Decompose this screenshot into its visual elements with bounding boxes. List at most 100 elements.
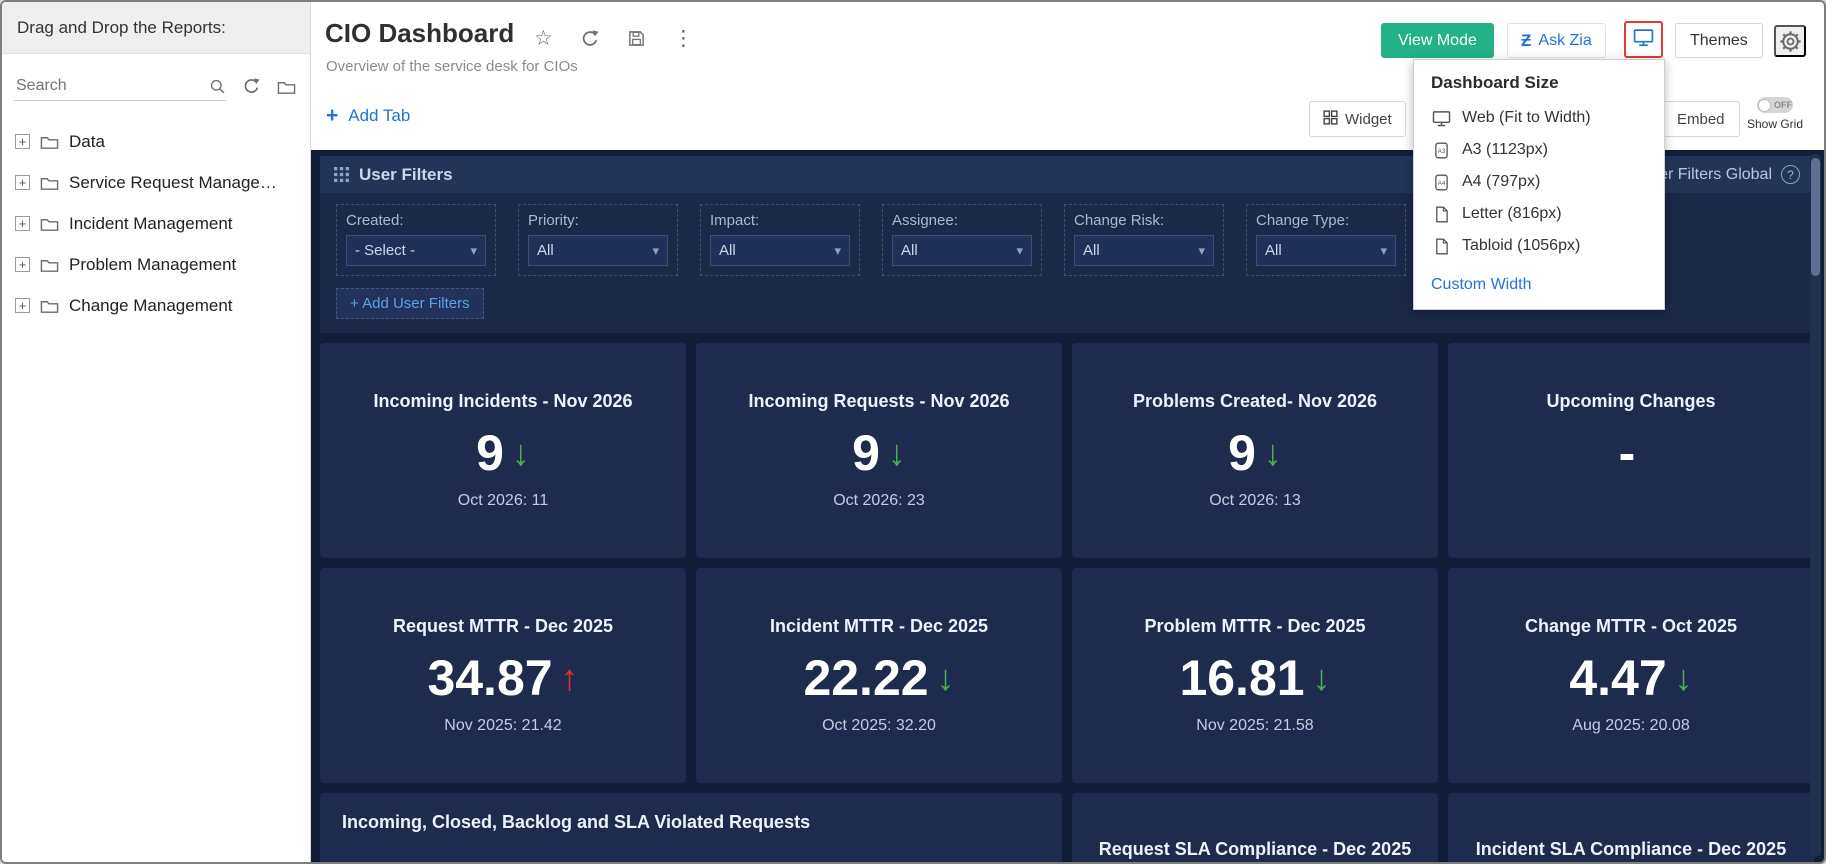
filter-created-select[interactable]: - Select - ▾ bbox=[346, 235, 486, 266]
favorite-star-icon[interactable]: ☆ bbox=[534, 26, 553, 51]
bottom-widgets-row: Incoming, Closed, Backlog and SLA Violat… bbox=[320, 793, 1814, 862]
sidebar-item-service-request[interactable]: + Service Request Manage… bbox=[2, 162, 310, 203]
sidebar-item-change-management[interactable]: + Change Management bbox=[2, 285, 310, 326]
chevron-down-icon: ▾ bbox=[1198, 243, 1205, 259]
filter-change-risk-select[interactable]: All ▾ bbox=[1074, 235, 1214, 266]
filter-priority-select[interactable]: All ▾ bbox=[528, 235, 668, 266]
sidebar-item-problem-management[interactable]: + Problem Management bbox=[2, 244, 310, 285]
settings-gear-icon[interactable] bbox=[1774, 25, 1806, 57]
widget-label: Widget bbox=[1345, 111, 1392, 128]
widget-request-sla[interactable]: Request SLA Compliance - Dec 2025 bbox=[1072, 793, 1438, 862]
size-option-tabloid[interactable]: Tabloid (1056px) bbox=[1414, 230, 1664, 262]
filter-label: Assignee: bbox=[892, 212, 1032, 229]
add-user-filters-button[interactable]: + Add User Filters bbox=[336, 288, 484, 319]
kpi-grid: Incoming Incidents - Nov 2026 9 ↓ Oct 20… bbox=[320, 343, 1814, 783]
size-option-label: A4 (797px) bbox=[1462, 173, 1540, 191]
save-icon[interactable] bbox=[627, 29, 646, 48]
chevron-down-icon: ▾ bbox=[1380, 243, 1387, 259]
size-option-label: Tabloid (1056px) bbox=[1462, 237, 1580, 255]
search-icon[interactable] bbox=[209, 78, 226, 95]
sidebar-item-incident-management[interactable]: + Incident Management bbox=[2, 203, 310, 244]
filter-impact-select[interactable]: All ▾ bbox=[710, 235, 850, 266]
svg-text:A3: A3 bbox=[1437, 147, 1445, 154]
widget-incident-sla[interactable]: Incident SLA Compliance - Dec 2025 bbox=[1448, 793, 1814, 862]
kpi-compare: Oct 2026: 23 bbox=[833, 492, 925, 510]
scrollbar-thumb[interactable] bbox=[1811, 158, 1820, 276]
dashboard-size-menu: Dashboard Size Web (Fit to Width) A3 A3 … bbox=[1413, 59, 1665, 310]
kpi-value: 34.87 bbox=[427, 653, 552, 703]
kpi-problem-mttr[interactable]: Problem MTTR - Dec 2025 16.81 ↓ Nov 2025… bbox=[1072, 568, 1438, 783]
filter-value: All bbox=[901, 242, 1016, 259]
expand-icon[interactable]: + bbox=[15, 257, 30, 272]
refresh-dashboard-icon[interactable] bbox=[580, 29, 600, 49]
size-option-label: Web (Fit to Width) bbox=[1462, 109, 1591, 127]
size-option-letter[interactable]: Letter (816px) bbox=[1414, 198, 1664, 230]
more-options-icon[interactable]: ⋮ bbox=[673, 26, 694, 51]
sidebar-item-data[interactable]: + Data bbox=[2, 121, 310, 162]
reports-sidebar: Drag and Drop the Reports: + Data bbox=[2, 2, 311, 862]
dashboard-size-button[interactable] bbox=[1624, 21, 1663, 58]
kpi-title: Problem MTTR - Dec 2025 bbox=[1134, 616, 1375, 637]
widget-requests-chart[interactable]: Incoming, Closed, Backlog and SLA Violat… bbox=[320, 793, 1062, 862]
kpi-incoming-requests[interactable]: Incoming Requests - Nov 2026 9 ↓ Oct 202… bbox=[696, 343, 1062, 558]
help-icon[interactable]: ? bbox=[1781, 165, 1800, 184]
app-window: Drag and Drop the Reports: + Data bbox=[0, 0, 1826, 864]
search-box[interactable] bbox=[14, 72, 226, 101]
refresh-reports-icon[interactable] bbox=[242, 77, 261, 96]
chevron-down-icon: ▾ bbox=[652, 243, 659, 259]
kpi-title: Request MTTR - Dec 2025 bbox=[383, 616, 623, 637]
kpi-upcoming-changes[interactable]: Upcoming Changes - bbox=[1448, 343, 1814, 558]
letter-page-icon bbox=[1431, 206, 1451, 223]
trend-arrow-icon: ↓ bbox=[888, 435, 906, 471]
kpi-value: 9 bbox=[476, 428, 504, 478]
view-mode-button[interactable]: View Mode bbox=[1381, 23, 1494, 58]
size-option-label: A3 (1123px) bbox=[1462, 141, 1548, 159]
filter-change-type-select[interactable]: All ▾ bbox=[1256, 235, 1396, 266]
size-option-web[interactable]: Web (Fit to Width) bbox=[1414, 102, 1664, 134]
kpi-title: Incoming Requests - Nov 2026 bbox=[738, 391, 1019, 412]
drag-grid-icon[interactable] bbox=[334, 167, 349, 182]
kpi-change-mttr[interactable]: Change MTTR - Oct 2025 4.47 ↓ Aug 2025: … bbox=[1448, 568, 1814, 783]
trend-arrow-icon: ↓ bbox=[1675, 660, 1693, 696]
kpi-incident-mttr[interactable]: Incident MTTR - Dec 2025 22.22 ↓ Oct 202… bbox=[696, 568, 1062, 783]
kpi-title: Upcoming Changes bbox=[1536, 391, 1725, 412]
kpi-compare: Oct 2026: 13 bbox=[1209, 492, 1301, 510]
kpi-problems-created[interactable]: Problems Created- Nov 2026 9 ↓ Oct 2026:… bbox=[1072, 343, 1438, 558]
trend-arrow-icon: ↓ bbox=[937, 660, 955, 696]
search-input[interactable] bbox=[14, 72, 209, 100]
filter-label: Impact: bbox=[710, 212, 850, 229]
kpi-request-mttr[interactable]: Request MTTR - Dec 2025 34.87 ↑ Nov 2025… bbox=[320, 568, 686, 783]
a4-page-icon: A4 bbox=[1431, 174, 1451, 191]
ask-zia-button[interactable]: Ƶ Ask Zia bbox=[1507, 23, 1606, 58]
filter-assignee-select[interactable]: All ▾ bbox=[892, 235, 1032, 266]
toggle-knob bbox=[1758, 99, 1771, 112]
folder-view-icon[interactable] bbox=[277, 79, 296, 95]
widget-button[interactable]: Widget bbox=[1309, 101, 1406, 137]
embed-button[interactable]: Embed bbox=[1662, 101, 1740, 137]
dashboard-scrollbar[interactable] bbox=[1810, 154, 1821, 857]
widget-title: Incident SLA Compliance - Dec 2025 bbox=[1476, 839, 1786, 862]
chevron-down-icon: ▾ bbox=[470, 243, 477, 259]
sidebar-item-label: Data bbox=[69, 132, 105, 152]
filter-value: All bbox=[537, 242, 652, 259]
expand-icon[interactable]: + bbox=[15, 175, 30, 190]
themes-button[interactable]: Themes bbox=[1675, 23, 1763, 58]
size-option-a4[interactable]: A4 A4 (797px) bbox=[1414, 166, 1664, 198]
size-option-a3[interactable]: A3 A3 (1123px) bbox=[1414, 134, 1664, 166]
folder-icon bbox=[40, 216, 59, 232]
size-option-label: Letter (816px) bbox=[1462, 205, 1562, 223]
user-filters-title: User Filters bbox=[359, 165, 453, 185]
kpi-incoming-incidents[interactable]: Incoming Incidents - Nov 2026 9 ↓ Oct 20… bbox=[320, 343, 686, 558]
expand-icon[interactable]: + bbox=[15, 134, 30, 149]
expand-icon[interactable]: + bbox=[15, 298, 30, 313]
kpi-title: Change MTTR - Oct 2025 bbox=[1515, 616, 1747, 637]
add-tab-button[interactable]: + Add Tab bbox=[326, 104, 410, 128]
kpi-value: 16.81 bbox=[1179, 653, 1304, 703]
monitor-icon bbox=[1431, 110, 1451, 127]
sidebar-header: Drag and Drop the Reports: bbox=[2, 2, 310, 54]
add-tab-label: Add Tab bbox=[348, 106, 410, 126]
custom-width-link[interactable]: Custom Width bbox=[1414, 262, 1664, 309]
expand-icon[interactable]: + bbox=[15, 216, 30, 231]
show-grid-toggle[interactable]: OFF bbox=[1757, 97, 1793, 113]
sidebar-item-label: Incident Management bbox=[69, 214, 233, 234]
